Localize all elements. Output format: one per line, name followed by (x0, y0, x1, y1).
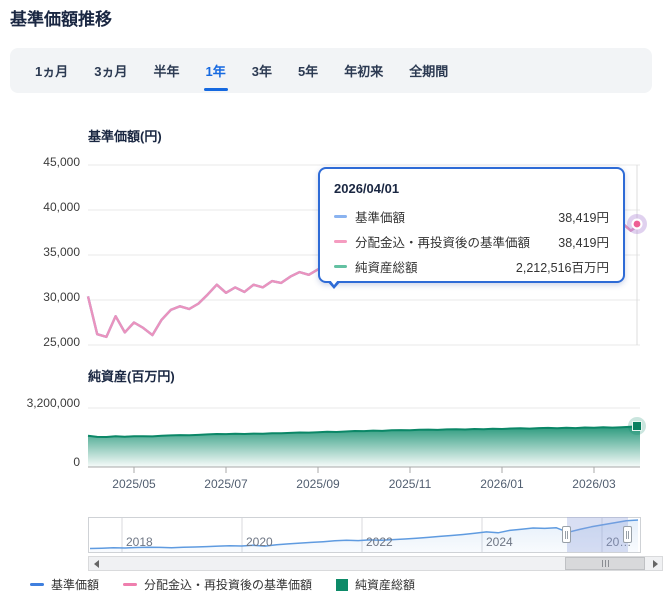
tooltip-series-value: 38,419円 (558, 236, 609, 250)
price-chart-title: 基準価額(円) (88, 129, 162, 144)
navigator-scrollbar[interactable] (88, 556, 663, 571)
series-dash-icon (334, 265, 347, 268)
tooltip-row-2: 純資産総額 2,212,516百万円 (334, 254, 609, 279)
legend-dash-icon (123, 583, 138, 586)
price-history-panel: 基準価額推移 1ヵ月 3ヵ月 半年 1年 3年 5年 年初来 全期間 基準価額(円) 純資産(… (0, 0, 663, 604)
legend-label: 分配金込・再投資後の基準価額 (144, 578, 313, 592)
tooltip-series-value: 38,419円 (558, 211, 609, 225)
navigator-selection[interactable] (567, 517, 628, 552)
legend-item-0[interactable]: 基準価額 (30, 576, 99, 593)
legend-label: 基準価額 (51, 578, 100, 592)
tooltip-row-0: 基準価額 38,419円 (334, 204, 609, 229)
scroll-right-arrow-icon[interactable] (648, 557, 662, 570)
legend-item-1[interactable]: 分配金込・再投資後の基準価額 (123, 576, 312, 593)
tooltip-series-label: 純資産総額 (355, 261, 418, 275)
legend-label: 純資産総額 (355, 578, 416, 592)
asset-chart-title: 純資産(百万円) (88, 369, 175, 384)
scroll-left-arrow-icon[interactable] (89, 557, 103, 570)
asset-point-marker (632, 421, 642, 431)
tooltip-series-value: 2,212,516百万円 (515, 261, 609, 275)
tooltip-rows: 基準価額 38,419円 分配金込・再投資後の基準価額 38,419円 純資産総額 2,2… (334, 204, 609, 279)
navigator-right-handle-icon[interactable] (623, 526, 632, 543)
tooltip-row-1: 分配金込・再投資後の基準価額 38,419円 (334, 229, 609, 254)
tooltip-series-label: 分配金込・再投資後の基準価額 (355, 236, 531, 250)
chart-tooltip: 2026/04/01 基準価額 38,419円 分配金込・再投資後の基準価額 38,4… (318, 167, 625, 289)
tooltip-date: 2026/04/01 (334, 181, 400, 196)
price-point-marker (633, 220, 641, 228)
navigator-left-handle-icon[interactable] (562, 526, 571, 543)
legend-item-2[interactable]: 純資産総額 (336, 576, 415, 593)
series-dash-icon (334, 215, 347, 218)
chart-legend: 基準価額 分配金込・再投資後の基準価額 純資産総額 (30, 576, 415, 593)
tooltip-series-label: 基準価額 (355, 211, 406, 225)
legend-square-icon (336, 578, 349, 591)
series-dash-icon (334, 240, 347, 243)
legend-dash-icon (30, 583, 44, 586)
scrollbar-thumb[interactable] (565, 557, 645, 570)
asset-area-fill (88, 426, 640, 467)
charts-canvas[interactable] (0, 0, 663, 604)
